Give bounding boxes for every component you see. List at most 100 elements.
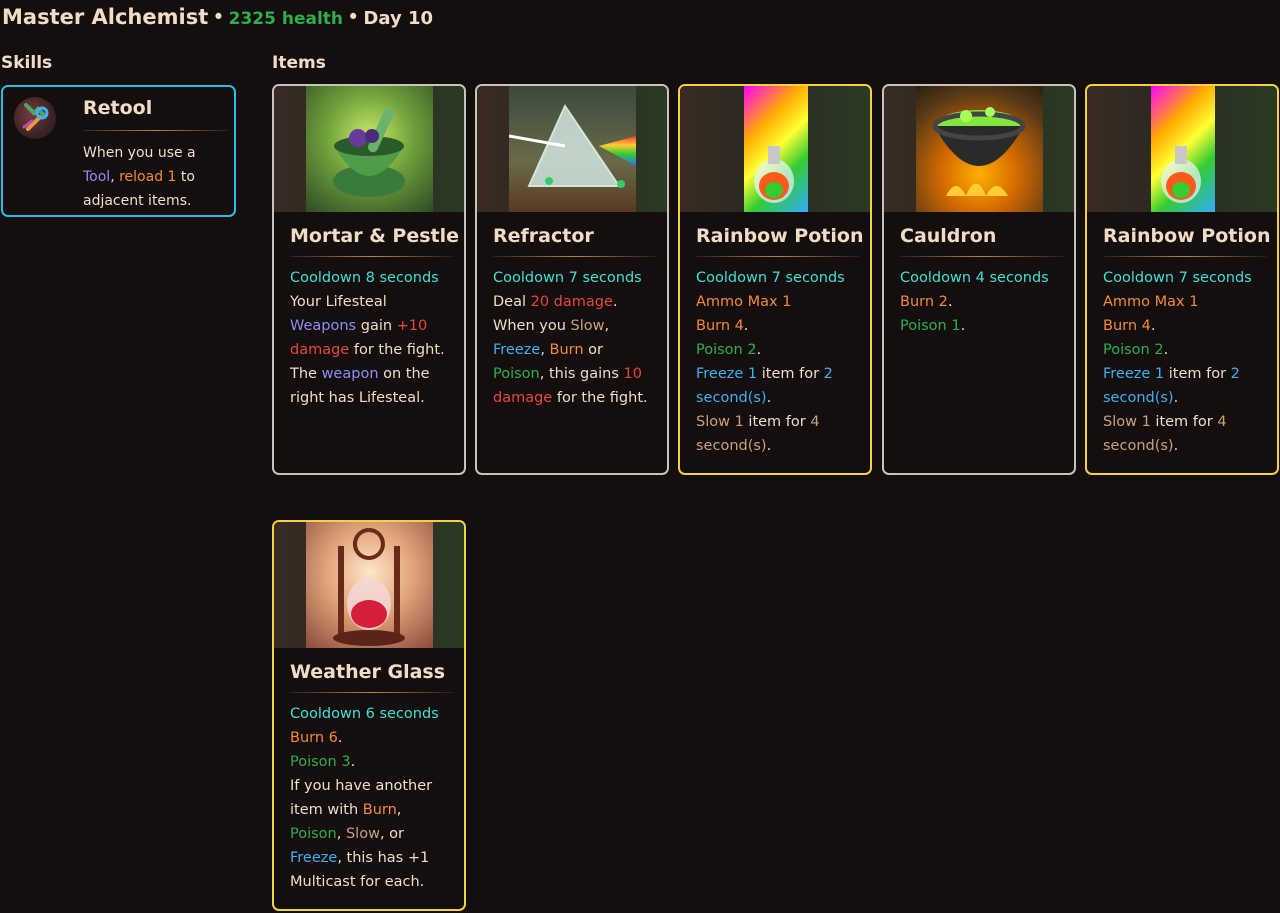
description-text: . bbox=[766, 390, 772, 406]
keyword-text: weapon bbox=[321, 366, 379, 382]
keyword-text: Slow bbox=[570, 318, 605, 334]
divider bbox=[1103, 256, 1267, 257]
description-text: Your Lifesteal bbox=[290, 294, 387, 310]
keyword-text: Slow 1 bbox=[696, 414, 744, 430]
day-counter: Day 10 bbox=[363, 8, 434, 29]
description-line: Freeze 1 item for 2 second(s). bbox=[1103, 362, 1268, 410]
skill-title: Retool bbox=[83, 97, 153, 119]
description-text: for the fight. bbox=[552, 390, 648, 406]
item-description: Cooldown 7 seconds Ammo Max 1 Burn 4. Poiso… bbox=[1103, 266, 1268, 458]
keyword-text: Burn 6 bbox=[290, 730, 338, 746]
keyword-text: Weapons bbox=[290, 318, 357, 334]
keyword-text: Cooldown 6 seconds bbox=[290, 706, 439, 722]
divider bbox=[696, 256, 860, 257]
separator: • bbox=[347, 5, 360, 29]
keyword-text: Cooldown 7 seconds bbox=[493, 270, 642, 286]
skill-card-retool[interactable]: Retool When you use a Tool, reload 1 to … bbox=[1, 85, 236, 217]
keyword-text: Cooldown 7 seconds bbox=[1103, 270, 1252, 286]
item-description: Cooldown 6 seconds Burn 6. Poison 3. If you… bbox=[290, 702, 455, 894]
item-description: Cooldown 4 seconds Burn 2. Poison 1. bbox=[900, 266, 1065, 338]
description-line: Cooldown 7 seconds bbox=[1103, 266, 1268, 290]
character-name: Master Alchemist bbox=[2, 5, 209, 29]
divider bbox=[290, 256, 454, 257]
description-text: , or bbox=[379, 826, 404, 842]
description-line: If you have another item with Burn, Pois… bbox=[290, 774, 455, 894]
description-text: item for bbox=[1150, 414, 1218, 430]
rainbow-potion-image bbox=[1087, 86, 1277, 212]
keyword-text: Freeze bbox=[493, 342, 541, 358]
keyword-text: Poison bbox=[290, 826, 337, 842]
description-line: Cooldown 7 seconds bbox=[493, 266, 658, 290]
description-text: Deal bbox=[493, 294, 531, 310]
description-text: item for bbox=[757, 366, 824, 382]
divider bbox=[83, 130, 229, 131]
description-text: . bbox=[1173, 438, 1179, 454]
description-text: . bbox=[743, 318, 749, 334]
keyword-text: Burn bbox=[362, 802, 397, 818]
divider bbox=[290, 692, 454, 693]
item-card-weather-glass[interactable]: Weather Glass Cooldown 6 seconds Burn 6. Po… bbox=[272, 520, 466, 911]
description-text: . bbox=[612, 294, 618, 310]
divider bbox=[900, 256, 1064, 257]
keyword-text: 20 damage bbox=[530, 294, 613, 310]
description-line: Ammo Max 1 bbox=[696, 290, 861, 314]
divider bbox=[493, 256, 657, 257]
keyword-text: Ammo Max 1 bbox=[696, 294, 792, 310]
item-title: Mortar & Pestle bbox=[290, 225, 460, 247]
description-line: Burn 6. bbox=[290, 726, 455, 750]
description-text: . bbox=[947, 294, 953, 310]
keyword-text: Freeze 1 bbox=[696, 366, 758, 382]
description-line: Burn 4. bbox=[1103, 314, 1268, 338]
description-line: Slow 1 item for 4 second(s). bbox=[1103, 410, 1268, 458]
description-line: Poison 1. bbox=[900, 314, 1065, 338]
description-line: Ammo Max 1 bbox=[1103, 290, 1268, 314]
description-text: , bbox=[540, 342, 550, 358]
keyword-text: Ammo Max 1 bbox=[1103, 294, 1199, 310]
keyword-text: reload 1 bbox=[119, 169, 177, 185]
keyword-text: Freeze 1 bbox=[1103, 366, 1165, 382]
cauldron-image bbox=[884, 86, 1074, 212]
item-card-refractor[interactable]: Refractor Cooldown 7 seconds Deal 20 damag… bbox=[475, 84, 669, 475]
item-card-rainbow-potion[interactable]: Rainbow Potion Cooldown 7 seconds Ammo Max… bbox=[1085, 84, 1279, 475]
description-text: If you have another item with bbox=[290, 778, 433, 818]
description-text: gain bbox=[356, 318, 397, 334]
keyword-text: Burn 4 bbox=[696, 318, 744, 334]
keyword-text: Poison 3 bbox=[290, 754, 351, 770]
keyword-text: Poison 1 bbox=[900, 318, 961, 334]
description-line: Deal 20 damage. bbox=[493, 290, 658, 314]
items-heading: Items bbox=[272, 53, 326, 73]
item-card-rainbow-potion[interactable]: Rainbow Potion Cooldown 7 seconds Ammo Max… bbox=[678, 84, 872, 475]
description-text: . bbox=[337, 730, 343, 746]
description-text: , this gains bbox=[539, 366, 624, 382]
keyword-text: Cooldown 4 seconds bbox=[900, 270, 1049, 286]
item-card-mortar-pestle[interactable]: Mortar & Pestle Cooldown 8 seconds Your Li… bbox=[272, 84, 466, 475]
weather-glass-image bbox=[274, 522, 464, 648]
keyword-text: Cooldown 7 seconds bbox=[696, 270, 845, 286]
description-text: When you bbox=[493, 318, 571, 334]
item-title: Cauldron bbox=[900, 225, 997, 247]
description-line: Cooldown 7 seconds bbox=[696, 266, 861, 290]
keyword-text: Cooldown 8 seconds bbox=[290, 270, 439, 286]
keyword-text: Freeze bbox=[290, 850, 338, 866]
description-text: , bbox=[604, 318, 610, 334]
keyword-text: Poison 2 bbox=[696, 342, 757, 358]
item-description: Cooldown 7 seconds Ammo Max 1 Burn 4. Poiso… bbox=[696, 266, 861, 458]
item-title: Refractor bbox=[493, 225, 594, 247]
description-text: , bbox=[336, 826, 346, 842]
item-card-cauldron[interactable]: Cauldron Cooldown 4 seconds Burn 2. Poison … bbox=[882, 84, 1076, 475]
keyword-text: Slow 1 bbox=[1103, 414, 1151, 430]
description-text: , bbox=[396, 802, 402, 818]
keyword-text: Burn bbox=[549, 342, 584, 358]
page-header: Master Alchemist • 2325 health • Day 10 bbox=[2, 5, 433, 29]
description-line: Poison 2. bbox=[1103, 338, 1268, 362]
keyword-text: Burn 4 bbox=[1103, 318, 1151, 334]
description-line: Cooldown 6 seconds bbox=[290, 702, 455, 726]
description-text: or bbox=[583, 342, 604, 358]
description-text: When you use a bbox=[83, 145, 196, 161]
description-text: . bbox=[756, 342, 762, 358]
description-text: item for bbox=[743, 414, 811, 430]
item-title: Rainbow Potion bbox=[696, 225, 864, 247]
description-line: Poison 3. bbox=[290, 750, 455, 774]
description-text: , bbox=[110, 169, 120, 185]
description-line: Burn 2. bbox=[900, 290, 1065, 314]
